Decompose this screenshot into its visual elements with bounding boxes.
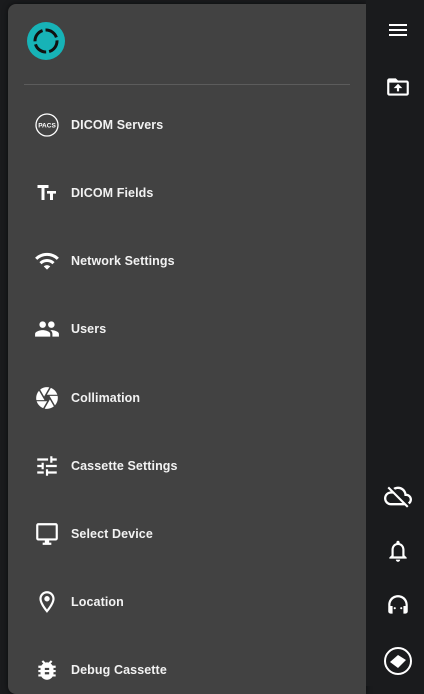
menu-item-label: Collimation	[71, 391, 141, 405]
menu-icon	[389, 24, 407, 36]
menu-item-users[interactable]: Users	[24, 309, 350, 349]
menu-item-label: DICOM Servers	[71, 118, 164, 132]
support-button[interactable]	[383, 591, 413, 621]
menu-item-location[interactable]: Location	[24, 582, 350, 622]
folder-upload-icon	[387, 78, 409, 96]
menu-item-label: Debug Cassette	[71, 663, 167, 677]
menu-item-label: Location	[71, 595, 124, 609]
pacs-badge-text: PACS	[38, 123, 56, 130]
device-status-icon	[384, 647, 412, 675]
text-fields-icon	[32, 178, 62, 208]
bug-icon	[32, 655, 62, 685]
menu-item-debug-cassette[interactable]: Debug Cassette	[24, 650, 350, 690]
drawer-divider	[24, 84, 350, 85]
menu-item-network-settings[interactable]: Network Settings	[24, 241, 350, 281]
wifi-icon	[32, 246, 62, 276]
menu-item-label: Users	[71, 322, 107, 336]
cloud-status-button[interactable]	[383, 481, 413, 511]
menu-item-cassette-settings[interactable]: Cassette Settings	[24, 446, 350, 486]
support-icon	[388, 595, 408, 614]
monitor-icon	[32, 519, 62, 549]
aperture-icon	[32, 383, 62, 413]
menu-item-label: Select Device	[71, 527, 153, 541]
bell-icon	[389, 540, 407, 562]
menu-button[interactable]	[383, 15, 413, 45]
menu-item-collimation[interactable]: Collimation	[24, 378, 350, 418]
app-logo	[27, 22, 65, 60]
device-status-button[interactable]	[383, 646, 413, 676]
menu-item-dicom-servers[interactable]: PACS DICOM Servers	[24, 105, 350, 145]
upload-folder-button[interactable]	[383, 72, 413, 102]
users-icon	[32, 314, 62, 344]
pacs-icon: PACS	[32, 110, 62, 140]
notifications-button[interactable]	[383, 536, 413, 566]
tune-icon	[32, 451, 62, 481]
menu-item-label: DICOM Fields	[71, 186, 154, 200]
menu-item-dicom-fields[interactable]: DICOM Fields	[24, 173, 350, 213]
cloud-off-icon	[384, 486, 412, 508]
menu-item-select-device[interactable]: Select Device	[24, 514, 350, 554]
menu-item-label: Cassette Settings	[71, 459, 178, 473]
location-pin-icon	[32, 587, 62, 617]
right-toolbar	[366, 0, 424, 686]
menu-item-label: Network Settings	[71, 254, 175, 268]
navigation-drawer: PACS DICOM Servers DICOM Fields Network …	[8, 4, 366, 694]
